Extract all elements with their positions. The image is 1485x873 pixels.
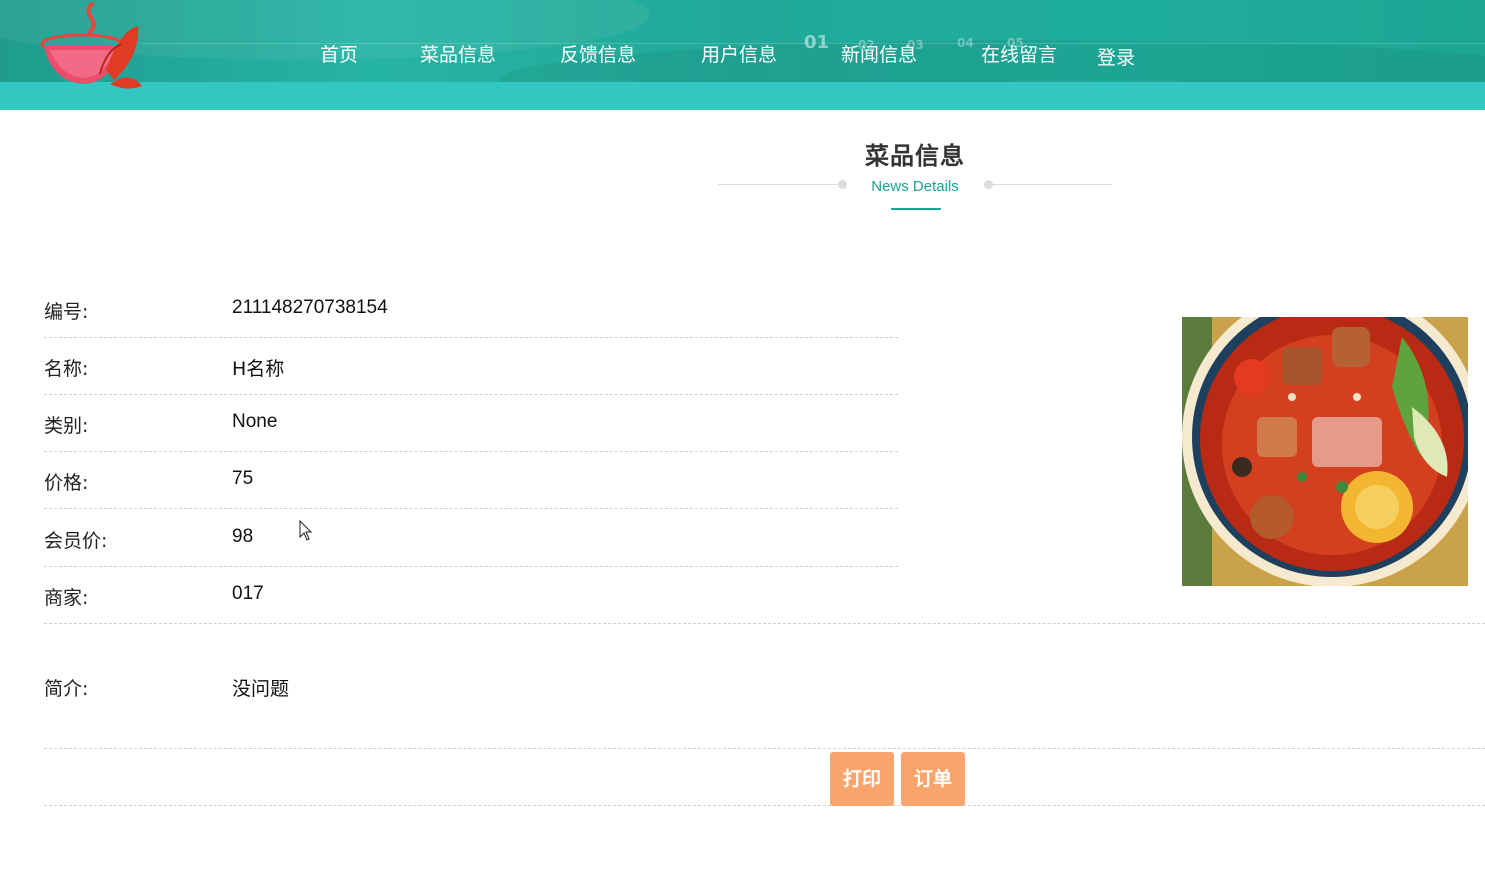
divider-line [992,184,1112,185]
dish-image [1182,317,1468,586]
detail-row-intro: 简介: 没问题 [44,658,1485,718]
detail-label: 简介: [44,678,89,700]
detail-label: 类别: [44,415,89,437]
detail-row-member-price: 会员价: 98 [44,510,898,567]
slide-number: 04 [957,36,974,50]
detail-value: 98 [232,526,254,547]
detail-label: 商家: [44,587,89,609]
page-subtitle: News Details [871,178,959,195]
detail-label: 会员价: [44,530,108,552]
nav-login[interactable]: 登录 [1097,43,1135,70]
detail-row-id: 编号: 211148270738154 [44,281,898,338]
header-strip [0,82,1485,110]
detail-label: 编号: [44,301,89,323]
detail-label: 价格: [44,472,89,494]
nav-users[interactable]: 用户信息 [701,40,777,67]
detail-value: 211148270738154 [232,297,388,318]
main-nav: 01 02 03 04 05 首页 菜品信息 反馈信息 用户信息 新闻信息 在线… [0,0,1485,82]
nav-dishes[interactable]: 菜品信息 [420,40,496,67]
nav-messages[interactable]: 在线留言 [981,40,1057,67]
detail-value: None [232,411,278,432]
detail-row-category: 类别: None [44,395,898,452]
print-button[interactable]: 打印 [830,752,894,806]
nav-news[interactable]: 新闻信息 [841,40,917,67]
detail-value: 75 [232,468,254,489]
detail-row-price: 价格: 75 [44,452,898,509]
detail-value: 没问题 [232,678,290,700]
detail-row-name: 名称: H名称 [44,338,898,395]
title-underline [891,208,941,210]
slide-number: 01 [804,32,830,53]
nav-feedback[interactable]: 反馈信息 [560,40,636,67]
section-heading: 菜品信息 News Details [700,136,1130,216]
mouse-pointer-icon [299,520,313,541]
action-bar: 打印 订单 [44,748,1485,806]
detail-value: H名称 [232,358,285,380]
nav-home[interactable]: 首页 [320,40,358,67]
site-header: 01 02 03 04 05 首页 菜品信息 反馈信息 用户信息 新闻信息 在线… [0,0,1485,110]
order-button[interactable]: 订单 [901,752,965,806]
detail-label: 名称: [44,358,89,380]
page-title: 菜品信息 [865,142,965,170]
detail-value: 017 [232,583,264,604]
